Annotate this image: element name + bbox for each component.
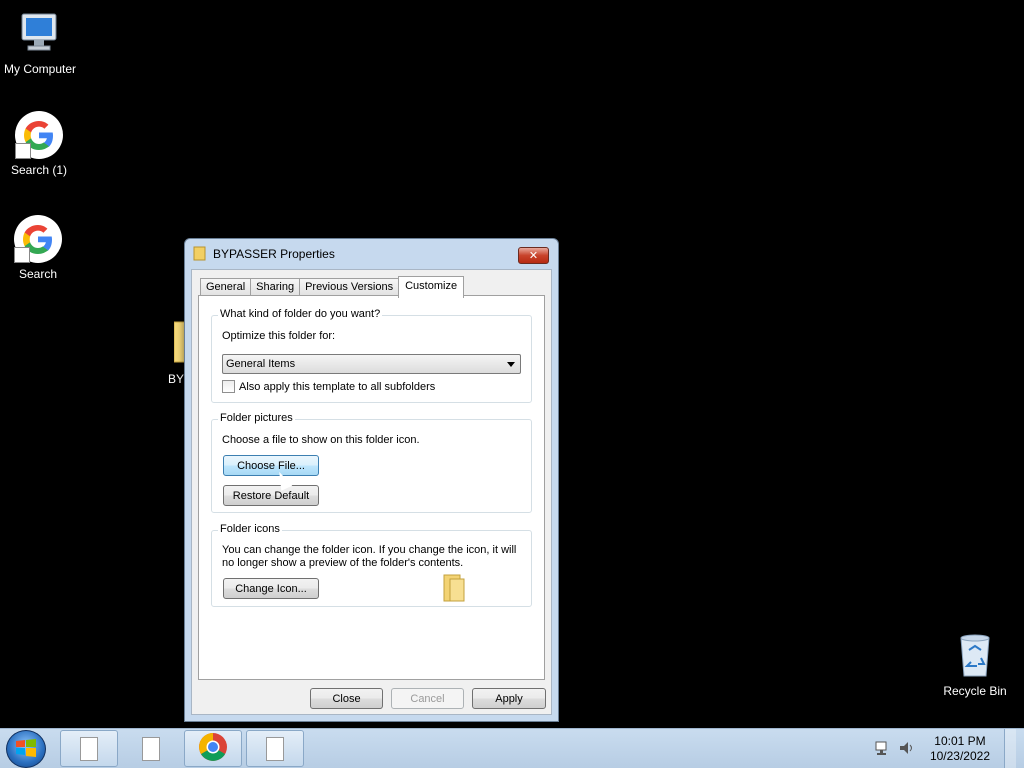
desktop-icon-label: Search (1) — [10, 163, 68, 177]
show-desktop-button[interactable] — [1004, 729, 1016, 768]
document-icon — [266, 736, 284, 761]
icons-description-line1: You can change the folder icon. If you c… — [222, 544, 517, 556]
recycle-bin-icon — [951, 632, 999, 680]
optimize-label: Optimize this folder for: — [222, 330, 336, 342]
chevron-down-icon — [507, 362, 515, 367]
close-icon: ✕ — [528, 250, 539, 262]
choose-file-button[interactable]: Choose File... — [223, 455, 319, 476]
apply-button[interactable]: Apply — [472, 688, 546, 709]
tab-customize[interactable]: Customize — [398, 276, 465, 298]
folder-type-group: What kind of folder do you want? Optimiz… — [211, 308, 532, 403]
desktop-icon-recycle-bin[interactable]: Recycle Bin — [935, 632, 1015, 698]
desktop-icon-search-1[interactable]: Search (1) — [0, 111, 79, 177]
network-icon[interactable] — [874, 740, 892, 759]
taskbar-item-document-3[interactable] — [246, 730, 304, 767]
desktop-icon-my-computer[interactable]: My Computer — [0, 10, 80, 76]
start-button[interactable] — [6, 730, 46, 768]
taskbar-item-document-1[interactable] — [60, 730, 118, 767]
desktop-icon-search[interactable]: Search — [0, 215, 78, 281]
clock-time: 10:01 PM — [934, 734, 986, 748]
properties-dialog: BYPASSER Properties ✕ General Sharing Pr… — [184, 238, 559, 722]
folder-icons-group: Folder icons You can change the folder i… — [211, 523, 532, 607]
document-icon — [142, 736, 160, 761]
clock-date: 10/23/2022 — [929, 749, 990, 763]
close-button[interactable]: Close — [310, 688, 383, 709]
volume-icon[interactable] — [898, 740, 916, 759]
change-icon-button[interactable]: Change Icon... — [223, 578, 319, 599]
folder-icon — [193, 245, 207, 264]
system-tray: 10:01 PM 10/23/2022 — [874, 729, 1016, 768]
shortcut-arrow-icon — [14, 247, 30, 263]
taskbar-item-document-2[interactable] — [122, 730, 180, 767]
apply-subfolders-row[interactable]: Also apply this template to all subfolde… — [222, 380, 435, 393]
folder-preview-icon — [442, 573, 468, 606]
folder-pictures-group: Folder pictures Choose a file to show on… — [211, 412, 532, 513]
desktop-icon-label: Recycle Bin — [943, 684, 1007, 698]
dialog-client-area: General Sharing Previous Versions Custom… — [191, 269, 552, 715]
document-icon — [80, 736, 98, 761]
optimize-dropdown[interactable]: General Items — [222, 354, 521, 374]
shortcut-arrow-icon — [15, 143, 31, 159]
apply-subfolders-checkbox[interactable] — [222, 380, 235, 393]
apply-subfolders-label: Also apply this template to all subfolde… — [239, 380, 436, 393]
google-icon — [15, 111, 63, 159]
cancel-button[interactable]: Cancel — [391, 688, 464, 709]
taskbar-item-chrome[interactable] — [184, 730, 242, 767]
windows-logo-icon — [15, 738, 37, 761]
customize-tab-panel: What kind of folder do you want? Optimiz… — [198, 295, 545, 680]
close-window-button[interactable]: ✕ — [518, 247, 549, 264]
pictures-description: Choose a file to show on this folder ico… — [222, 434, 420, 446]
restore-default-button[interactable]: Restore Default — [223, 485, 319, 506]
desktop-icon-label: My Computer — [3, 62, 77, 76]
group-label: Folder pictures — [218, 412, 295, 424]
computer-icon — [16, 10, 64, 58]
titlebar[interactable]: BYPASSER Properties — [185, 239, 558, 269]
tab-strip: General Sharing Previous Versions Custom… — [200, 276, 465, 298]
clock[interactable]: 10:01 PM 10/23/2022 — [930, 734, 990, 764]
desktop-icon-label: Search — [18, 267, 58, 281]
chrome-icon — [198, 732, 228, 765]
optimize-value: General Items — [226, 358, 296, 370]
taskbar: 10:01 PM 10/23/2022 — [0, 728, 1024, 768]
google-icon — [14, 215, 62, 263]
dialog-title: BYPASSER Properties — [213, 247, 335, 261]
group-label: Folder icons — [218, 523, 282, 535]
icons-description-line2: no longer show a preview of the folder's… — [222, 557, 464, 569]
group-label: What kind of folder do you want? — [218, 308, 383, 320]
